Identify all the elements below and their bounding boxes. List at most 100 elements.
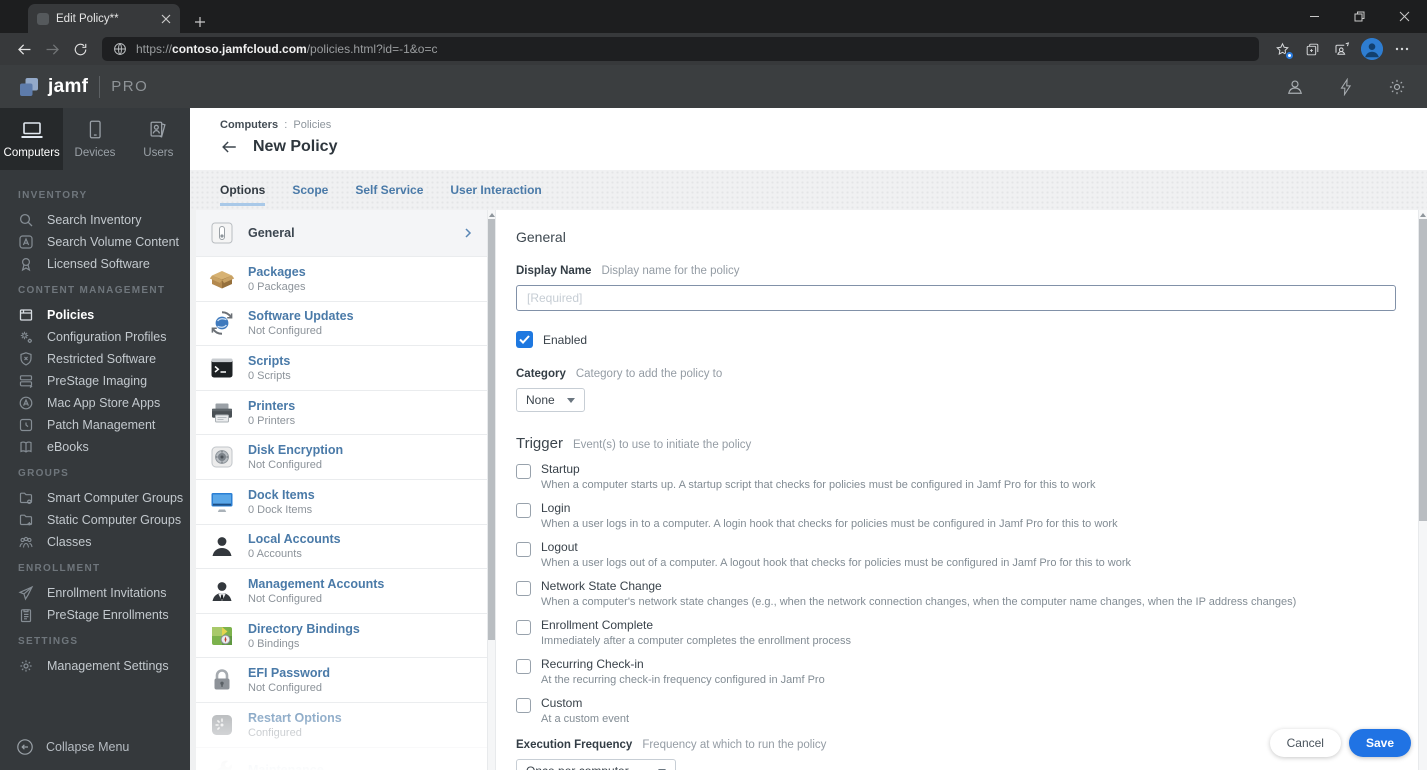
payload-scrollbar-thumb[interactable]	[488, 219, 495, 640]
sidebar-item-enrollment-invitations[interactable]: Enrollment Invitations	[0, 582, 190, 604]
recurring-check-in-checkbox[interactable]	[516, 659, 531, 674]
jamf-logo[interactable]: jamf PRO	[18, 75, 148, 98]
login-checkbox[interactable]	[516, 503, 531, 518]
trigger-option-network-state-change: Network State Change When a computer's ne…	[516, 579, 1396, 608]
gear-icon	[18, 658, 34, 674]
user-card-icon	[150, 121, 166, 138]
back-arrow-icon[interactable]	[220, 138, 238, 156]
payload-item-efi-password[interactable]: EFI Password Not Configured	[196, 658, 487, 703]
display-name-label: Display Name	[516, 265, 592, 277]
refresh-icon[interactable]	[66, 35, 94, 63]
more-menu-icon[interactable]	[1387, 35, 1417, 63]
display-name-help: Display name for the policy	[601, 265, 740, 277]
enrollment-complete-checkbox[interactable]	[516, 620, 531, 635]
category-select[interactable]: None	[516, 388, 585, 412]
collapse-menu-button[interactable]: Collapse Menu	[0, 738, 145, 756]
server-icon	[18, 373, 34, 389]
sidebar-tab-users[interactable]: Users	[127, 108, 190, 170]
browser-tab[interactable]: Edit Policy**	[28, 4, 180, 33]
policy-tabs: Options Scope Self Service User Interact…	[190, 170, 1427, 210]
page-header: Computers : Policies New Policy	[190, 108, 1427, 170]
sidebar-item-policies[interactable]: Policies	[0, 304, 190, 326]
sidebar-item-restricted-software[interactable]: Restricted Software	[0, 348, 190, 370]
sidebar-tab-computers[interactable]: Computers	[0, 108, 64, 170]
profile-avatar[interactable]	[1357, 35, 1387, 63]
payload-item-local-accounts[interactable]: Local Accounts 0 Accounts	[196, 524, 487, 570]
brand-divider	[99, 75, 101, 98]
payload-item-general[interactable]: General	[196, 210, 487, 257]
account-icon[interactable]	[1283, 75, 1307, 99]
sidebar-tab-devices[interactable]: Devices	[63, 108, 126, 170]
main-scrollbar-thumb[interactable]	[1419, 219, 1427, 521]
favorites-star-icon[interactable]	[1267, 35, 1297, 63]
tab-scope[interactable]: Scope	[292, 183, 328, 210]
restore-icon[interactable]	[1337, 0, 1382, 33]
web-capture-icon[interactable]	[1327, 35, 1357, 63]
breadcrumb-page[interactable]: Policies	[293, 119, 331, 131]
minimize-icon[interactable]	[1292, 0, 1337, 33]
map-icon	[209, 623, 235, 649]
network-state-change-checkbox[interactable]	[516, 581, 531, 596]
sidebar-item-patch-management[interactable]: Patch Management	[0, 414, 190, 436]
enabled-checkbox[interactable]	[516, 331, 533, 348]
payload-item-scripts[interactable]: Scripts 0 Scripts	[196, 346, 487, 391]
sidebar-item-prestage-imaging[interactable]: PreStage Imaging	[0, 370, 190, 392]
wrench-icon	[209, 757, 235, 770]
sidebar-item-search-inventory[interactable]: Search Inventory	[0, 209, 190, 231]
circle-a-icon	[18, 395, 34, 411]
search-icon	[18, 212, 34, 228]
logout-checkbox[interactable]	[516, 542, 531, 557]
sidebar-item-prestage-enrollments[interactable]: PreStage Enrollments	[0, 604, 190, 626]
paper-plane-icon	[18, 585, 34, 601]
payload-item-management-accounts[interactable]: Management Accounts Not Configured	[196, 569, 487, 614]
sidebar-item-ebooks[interactable]: eBooks	[0, 436, 190, 458]
laptop-icon	[21, 122, 43, 138]
sidebar-item-static-computer-groups[interactable]: Static Computer Groups	[0, 509, 190, 531]
forward-icon[interactable]	[38, 35, 66, 63]
custom-checkbox[interactable]	[516, 698, 531, 713]
payload-item-disk-encryption[interactable]: Disk Encryption Not Configured	[196, 435, 487, 480]
sidebar-section-title: ENROLLMENT	[18, 563, 101, 574]
payload-item-restart-options[interactable]: Restart Options Configured	[196, 702, 487, 748]
breadcrumb-section[interactable]: Computers	[220, 119, 278, 131]
payload-item-maintenance[interactable]: Maintenance	[196, 747, 487, 770]
sidebar-item-smart-computer-groups[interactable]: Smart Computer Groups	[0, 487, 190, 509]
sidebar-item-mac-app-store-apps[interactable]: Mac App Store Apps	[0, 392, 190, 414]
tab-self-service[interactable]: Self Service	[355, 183, 423, 210]
sidebar-item-search-volume-content[interactable]: Search Volume Content	[0, 231, 190, 253]
payload-item-dock-items[interactable]: Dock Items 0 Dock Items	[196, 479, 487, 525]
payload-scrollbar[interactable]	[487, 210, 496, 770]
payload-item-printers[interactable]: Printers 0 Printers	[196, 390, 487, 436]
app-square-icon	[18, 234, 34, 250]
tab-close-icon[interactable]	[161, 14, 171, 24]
collections-icon[interactable]	[1297, 35, 1327, 63]
tab-options[interactable]: Options	[220, 183, 266, 210]
new-tab-button[interactable]	[194, 16, 206, 28]
save-button[interactable]: Save	[1348, 729, 1411, 757]
display-name-input[interactable]	[516, 285, 1396, 311]
payload-item-directory-bindings[interactable]: Directory Bindings 0 Bindings	[196, 613, 487, 659]
main-scrollbar[interactable]	[1418, 210, 1427, 770]
address-bar[interactable]: https://contoso.jamfcloud.com/policies.h…	[102, 37, 1259, 61]
sidebar-item-management-settings[interactable]: Management Settings	[0, 655, 190, 677]
gears-icon	[18, 329, 34, 345]
back-icon[interactable]	[10, 35, 38, 63]
sidebar-item-licensed-software[interactable]: Licensed Software	[0, 253, 190, 275]
payload-item-software-updates[interactable]: Software Updates Not Configured	[196, 301, 487, 347]
sidebar-item-classes[interactable]: Classes	[0, 531, 190, 553]
startup-checkbox[interactable]	[516, 464, 531, 479]
tab-user-interaction[interactable]: User Interaction	[450, 183, 541, 210]
notifications-icon[interactable]	[1334, 75, 1358, 99]
scroll-up-arrow[interactable]	[489, 213, 495, 217]
sidebar-item-configuration-profiles[interactable]: Configuration Profiles	[0, 326, 190, 348]
sidebar: Computers Devices Users INVENTORY Search…	[0, 108, 190, 770]
execution-frequency-select[interactable]: Once per computer	[516, 759, 676, 770]
folder-plus-icon	[18, 512, 34, 528]
scroll-up-arrow[interactable]	[1420, 213, 1426, 217]
trigger-label: Trigger	[516, 435, 563, 452]
cancel-button[interactable]: Cancel	[1269, 729, 1341, 757]
settings-gear-icon[interactable]	[1385, 75, 1409, 99]
payload-item-packages[interactable]: Packages 0 Packages	[196, 257, 487, 302]
close-icon[interactable]	[1382, 0, 1427, 33]
trigger-help: Event(s) to use to initiate the policy	[572, 439, 752, 451]
